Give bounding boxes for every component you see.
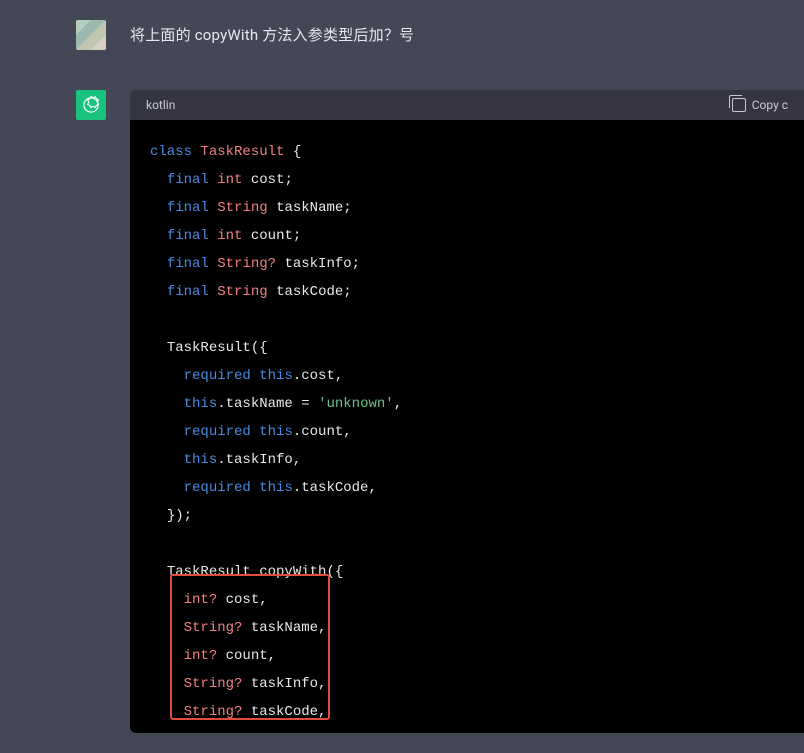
openai-icon	[81, 95, 101, 115]
user-avatar	[76, 20, 106, 50]
assistant-message: kotlin Copy c class TaskResult { final i…	[0, 74, 804, 753]
code-content[interactable]: class TaskResult { final int cost; final…	[130, 120, 804, 733]
user-message-text: 将上面的 copyWith 方法入参类型后加？号	[130, 20, 414, 45]
user-message: 将上面的 copyWith 方法入参类型后加？号	[0, 0, 804, 74]
chat-page: 将上面的 copyWith 方法入参类型后加？号 kotlin Copy c c…	[0, 0, 804, 753]
copy-code-label: Copy c	[752, 98, 788, 112]
assistant-avatar	[76, 90, 106, 120]
copy-code-button[interactable]: Copy c	[732, 98, 788, 112]
code-header: kotlin Copy c	[130, 90, 804, 120]
clipboard-icon	[732, 98, 746, 112]
code-block: kotlin Copy c class TaskResult { final i…	[130, 90, 804, 733]
assistant-body: kotlin Copy c class TaskResult { final i…	[130, 90, 804, 753]
code-language-label: kotlin	[146, 98, 175, 112]
